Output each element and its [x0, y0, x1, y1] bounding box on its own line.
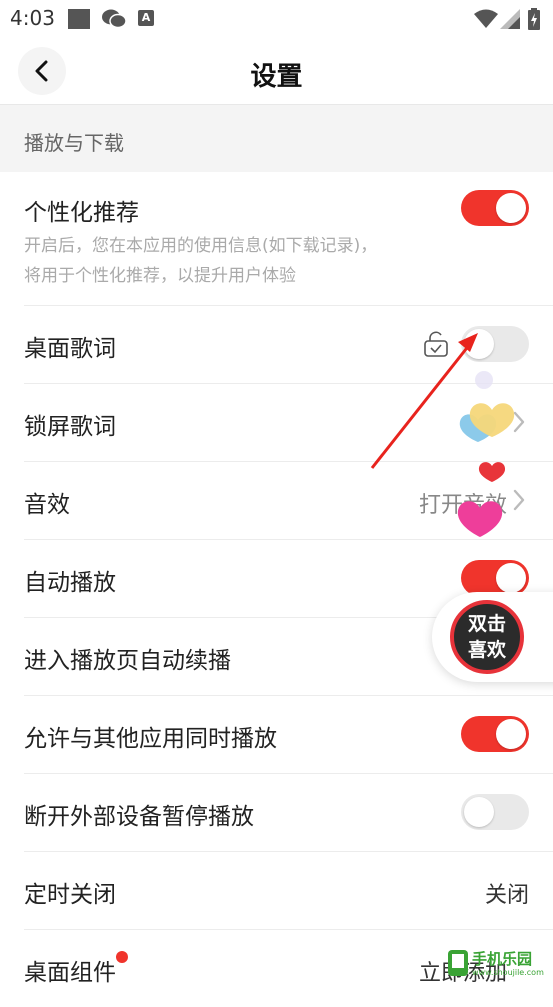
row-label: 个性化推荐 — [24, 200, 139, 226]
pause-on-disconnect-toggle[interactable] — [461, 794, 529, 830]
row-label: 桌面组件 — [24, 960, 116, 986]
watermark-subtext: www.shoujile.com — [472, 968, 544, 977]
row-description-line: 将用于个性化推荐，以提升用户体验 — [24, 266, 296, 286]
double-tap-like-float[interactable]: 双击 喜欢 — [432, 592, 553, 682]
wechat-icon — [101, 8, 127, 34]
row-mix-play: 允许与其他应用同时播放 — [24, 695, 553, 774]
app-a-icon: A — [138, 10, 154, 26]
row-sound-effect[interactable]: 音效 打开音效 — [24, 461, 553, 540]
row-description: 开启后，您在本应用的使用信息(如下载记录)， 将用于个性化推荐，以提升用户体验 — [24, 231, 454, 291]
album-disc[interactable]: 双击 喜欢 — [450, 600, 524, 674]
row-label: 断开外部设备暂停播放 — [24, 804, 254, 830]
notification-square-icon — [68, 9, 90, 29]
header: 设置 — [0, 38, 553, 104]
mix-play-toggle[interactable] — [461, 716, 529, 752]
toggle-knob — [496, 563, 526, 593]
row-label: 自动播放 — [24, 570, 116, 596]
row-timer[interactable]: 定时关闭 关闭 — [24, 851, 553, 930]
status-bar: 4:03 A — [0, 0, 553, 38]
float-text-line: 双击 — [467, 613, 506, 635]
wifi-icon — [474, 9, 498, 33]
chevron-right-icon — [513, 489, 525, 515]
watermark-icon — [448, 950, 468, 976]
row-pause-on-disconnect: 断开外部设备暂停播放 — [24, 773, 553, 852]
toggle-knob — [496, 719, 526, 749]
cellular-icon — [500, 9, 520, 33]
row-label: 音效 — [24, 492, 70, 518]
new-badge-dot — [116, 951, 128, 963]
row-description-line: 开启后，您在本应用的使用信息(如下载记录)， — [24, 236, 378, 256]
row-desktop-lyrics: 桌面歌词 — [24, 305, 553, 384]
toggle-knob — [464, 797, 494, 827]
row-label: 定时关闭 — [24, 882, 116, 908]
watermark-text: 手机乐园 — [472, 950, 533, 968]
toggle-knob — [496, 193, 526, 223]
row-value: 关闭 — [484, 883, 529, 908]
float-text-line: 喜欢 — [467, 639, 506, 661]
row-label: 允许与其他应用同时播放 — [24, 726, 277, 752]
autoplay-toggle[interactable] — [461, 560, 529, 596]
desktop-lyrics-toggle[interactable] — [461, 326, 529, 362]
chevron-right-icon — [513, 411, 525, 437]
lock-open-icon[interactable] — [423, 331, 449, 361]
battery-icon — [528, 8, 540, 30]
row-personalized-recommendation: 个性化推荐 开启后，您在本应用的使用信息(如下载记录)， 将用于个性化推荐，以提… — [24, 171, 553, 306]
personalized-toggle[interactable] — [461, 190, 529, 226]
row-value: 打开音效 — [418, 493, 507, 518]
page-title: 设置 — [250, 62, 303, 92]
row-lockscreen-lyrics[interactable]: 锁屏歌词 — [24, 383, 553, 462]
row-label: 进入播放页自动续播 — [24, 648, 231, 674]
section-header: 播放与下载 — [0, 104, 553, 172]
row-label: 锁屏歌词 — [24, 414, 116, 440]
watermark-logo: 手机乐园 www.shoujile.com — [446, 946, 546, 982]
row-label: 桌面歌词 — [24, 336, 116, 362]
section-label: 播放与下载 — [24, 131, 124, 155]
toggle-knob — [464, 329, 494, 359]
status-time: 4:03 — [10, 6, 55, 30]
